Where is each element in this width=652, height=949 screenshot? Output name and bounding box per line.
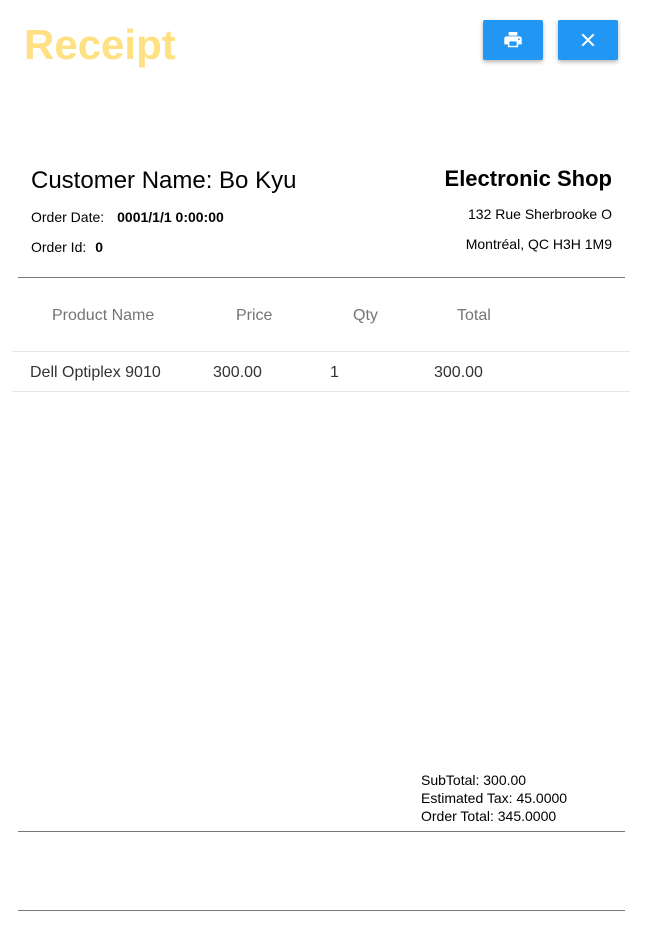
shop-address-line2: Montréal, QC H3H 1M9 [465, 236, 612, 252]
divider [18, 831, 625, 832]
close-button[interactable] [558, 20, 618, 60]
order-id: Order Id: 0 [31, 238, 103, 256]
divider [18, 277, 625, 278]
shop-address-line1: 132 Rue Sherbrooke O [468, 206, 612, 222]
estimated-tax: Estimated Tax: 45.0000 [421, 790, 568, 806]
shop-name: Electronic Shop [444, 166, 612, 191]
column-header-product: Product Name [52, 307, 155, 324]
order-table: Product Name Price Qty Total Dell Optipl… [12, 290, 630, 392]
close-icon [581, 33, 595, 47]
row-price: 300.00 [213, 364, 262, 381]
order-date: Order Date: 0001/1/1 0:00:00 [31, 208, 224, 226]
totals-summary: SubTotal: 300.00 Estimated Tax: 45.0000 … [421, 771, 567, 825]
order-id-value: 0 [95, 239, 104, 255]
print-button[interactable] [483, 20, 543, 60]
page-title: Receipt [24, 21, 176, 68]
subtotal: SubTotal: 300.00 [421, 772, 527, 788]
column-header-total: Total [457, 307, 491, 324]
order-date-label: Order Date: [31, 209, 105, 225]
column-header-price: Price [236, 307, 273, 324]
order-date-value: 0001/1/1 0:00:00 [117, 209, 224, 225]
customer-name: Customer Name: Bo Kyu [31, 167, 297, 194]
table-header-row: Product Name Price Qty Total [12, 290, 630, 352]
row-qty: 1 [330, 364, 339, 381]
row-total: 300.00 [434, 364, 483, 381]
order-id-label: Order Id: [31, 239, 87, 255]
divider [18, 910, 625, 911]
table-row: Dell Optiplex 9010 300.00 1 300.00 [12, 352, 630, 392]
printer-icon [504, 32, 522, 48]
order-total: Order Total: 345.0000 [421, 808, 557, 824]
column-header-qty: Qty [353, 307, 378, 324]
row-product-name: Dell Optiplex 9010 [30, 364, 161, 381]
